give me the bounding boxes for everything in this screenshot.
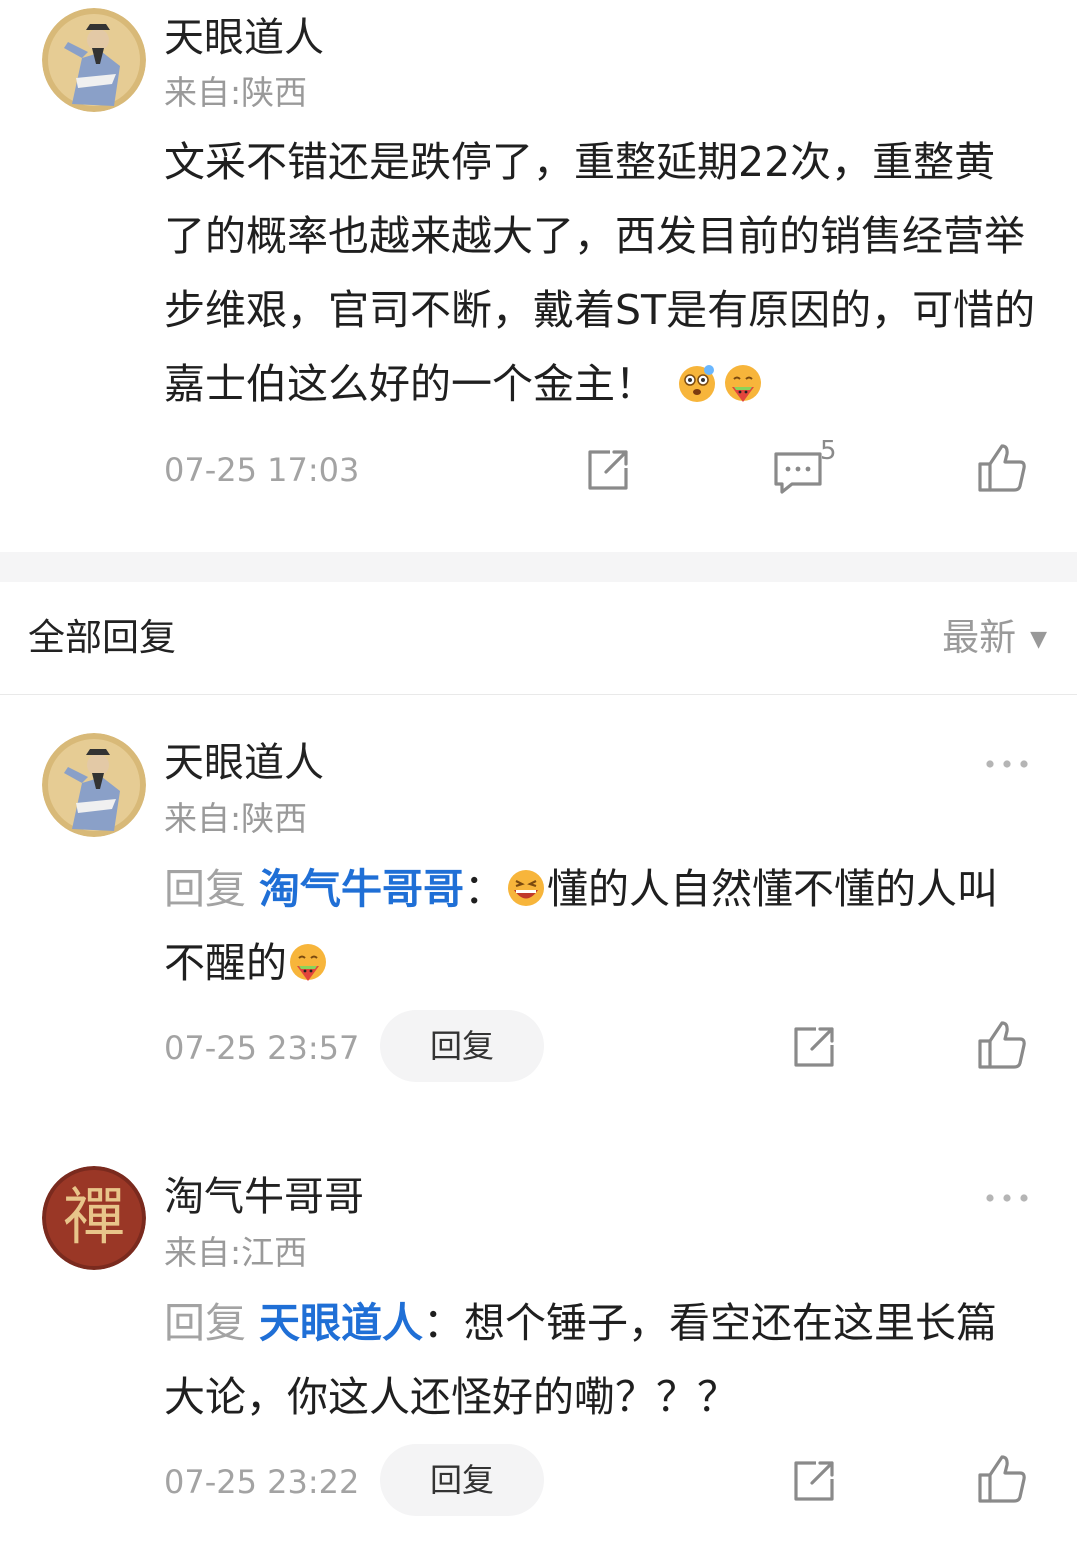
avatar[interactable]	[42, 8, 146, 112]
yum-face-emoji-icon	[722, 362, 764, 404]
avatar-glyph: 禪	[63, 1180, 125, 1253]
username[interactable]: 天眼道人	[164, 14, 324, 62]
sort-label: 最新	[942, 616, 1017, 659]
yum-face-emoji-icon	[287, 941, 329, 983]
like-icon[interactable]	[974, 440, 1030, 496]
reply-count-badge: 5	[820, 436, 837, 466]
section-divider	[0, 552, 1077, 582]
more-options-icon[interactable]	[982, 1188, 1032, 1208]
like-icon[interactable]	[974, 1451, 1030, 1507]
replies-header-title: 全部回复	[28, 616, 176, 659]
timestamp: 07-25 23:22	[164, 1463, 360, 1501]
reply-button[interactable]: 回复	[380, 1444, 544, 1516]
share-icon[interactable]	[580, 442, 636, 498]
reply-separator: ：	[423, 1299, 465, 1347]
reply-button[interactable]: 回复	[380, 1010, 544, 1082]
reply-prefix: 回复	[164, 1299, 246, 1347]
header-separator	[0, 694, 1077, 695]
share-icon[interactable]	[786, 1019, 842, 1075]
avatar[interactable]: 禪	[42, 1166, 146, 1270]
timestamp: 07-25 17:03	[164, 451, 360, 489]
share-icon[interactable]	[786, 1453, 842, 1509]
mention-link[interactable]: 天眼道人	[259, 1299, 423, 1347]
location-label: 来自:陕西	[164, 799, 308, 838]
mention-link[interactable]: 淘气牛哥哥	[259, 865, 464, 913]
location-label: 来自:陕西	[164, 73, 308, 112]
location-label: 来自:江西	[164, 1233, 308, 1272]
timestamp: 07-25 23:57	[164, 1029, 360, 1067]
more-options-icon[interactable]	[982, 754, 1032, 774]
like-icon[interactable]	[974, 1017, 1030, 1073]
username[interactable]: 淘气牛哥哥	[164, 1173, 364, 1221]
dizzy-face-emoji-icon	[676, 362, 718, 404]
reply-text: 回复 天眼道人：想个锤子，看空还在这里长篇大论，你这人还怪好的嘞？？？	[164, 1286, 1036, 1434]
reply-prefix: 回复	[164, 865, 246, 913]
comment-icon[interactable]	[770, 442, 826, 498]
reply-text: 回复 淘气牛哥哥： 懂的人自然懂不懂的人叫不醒的	[164, 852, 1036, 1000]
comment-text-content: 文采不错还是跌停了，重整延期22次，重整黄了的概率也越来越大了，西发目前的销售经…	[164, 138, 1036, 408]
sort-dropdown[interactable]: 最新 ▼	[942, 615, 1047, 663]
comment-text: 文采不错还是跌停了，重整延期22次，重整黄了的概率也越来越大了，西发目前的销售经…	[164, 125, 1036, 421]
avatar[interactable]	[42, 733, 146, 837]
chevron-down-icon: ▼	[1030, 627, 1047, 652]
laughing-face-emoji-icon	[505, 867, 547, 909]
username[interactable]: 天眼道人	[164, 739, 324, 787]
reply-separator: ：	[464, 865, 506, 913]
